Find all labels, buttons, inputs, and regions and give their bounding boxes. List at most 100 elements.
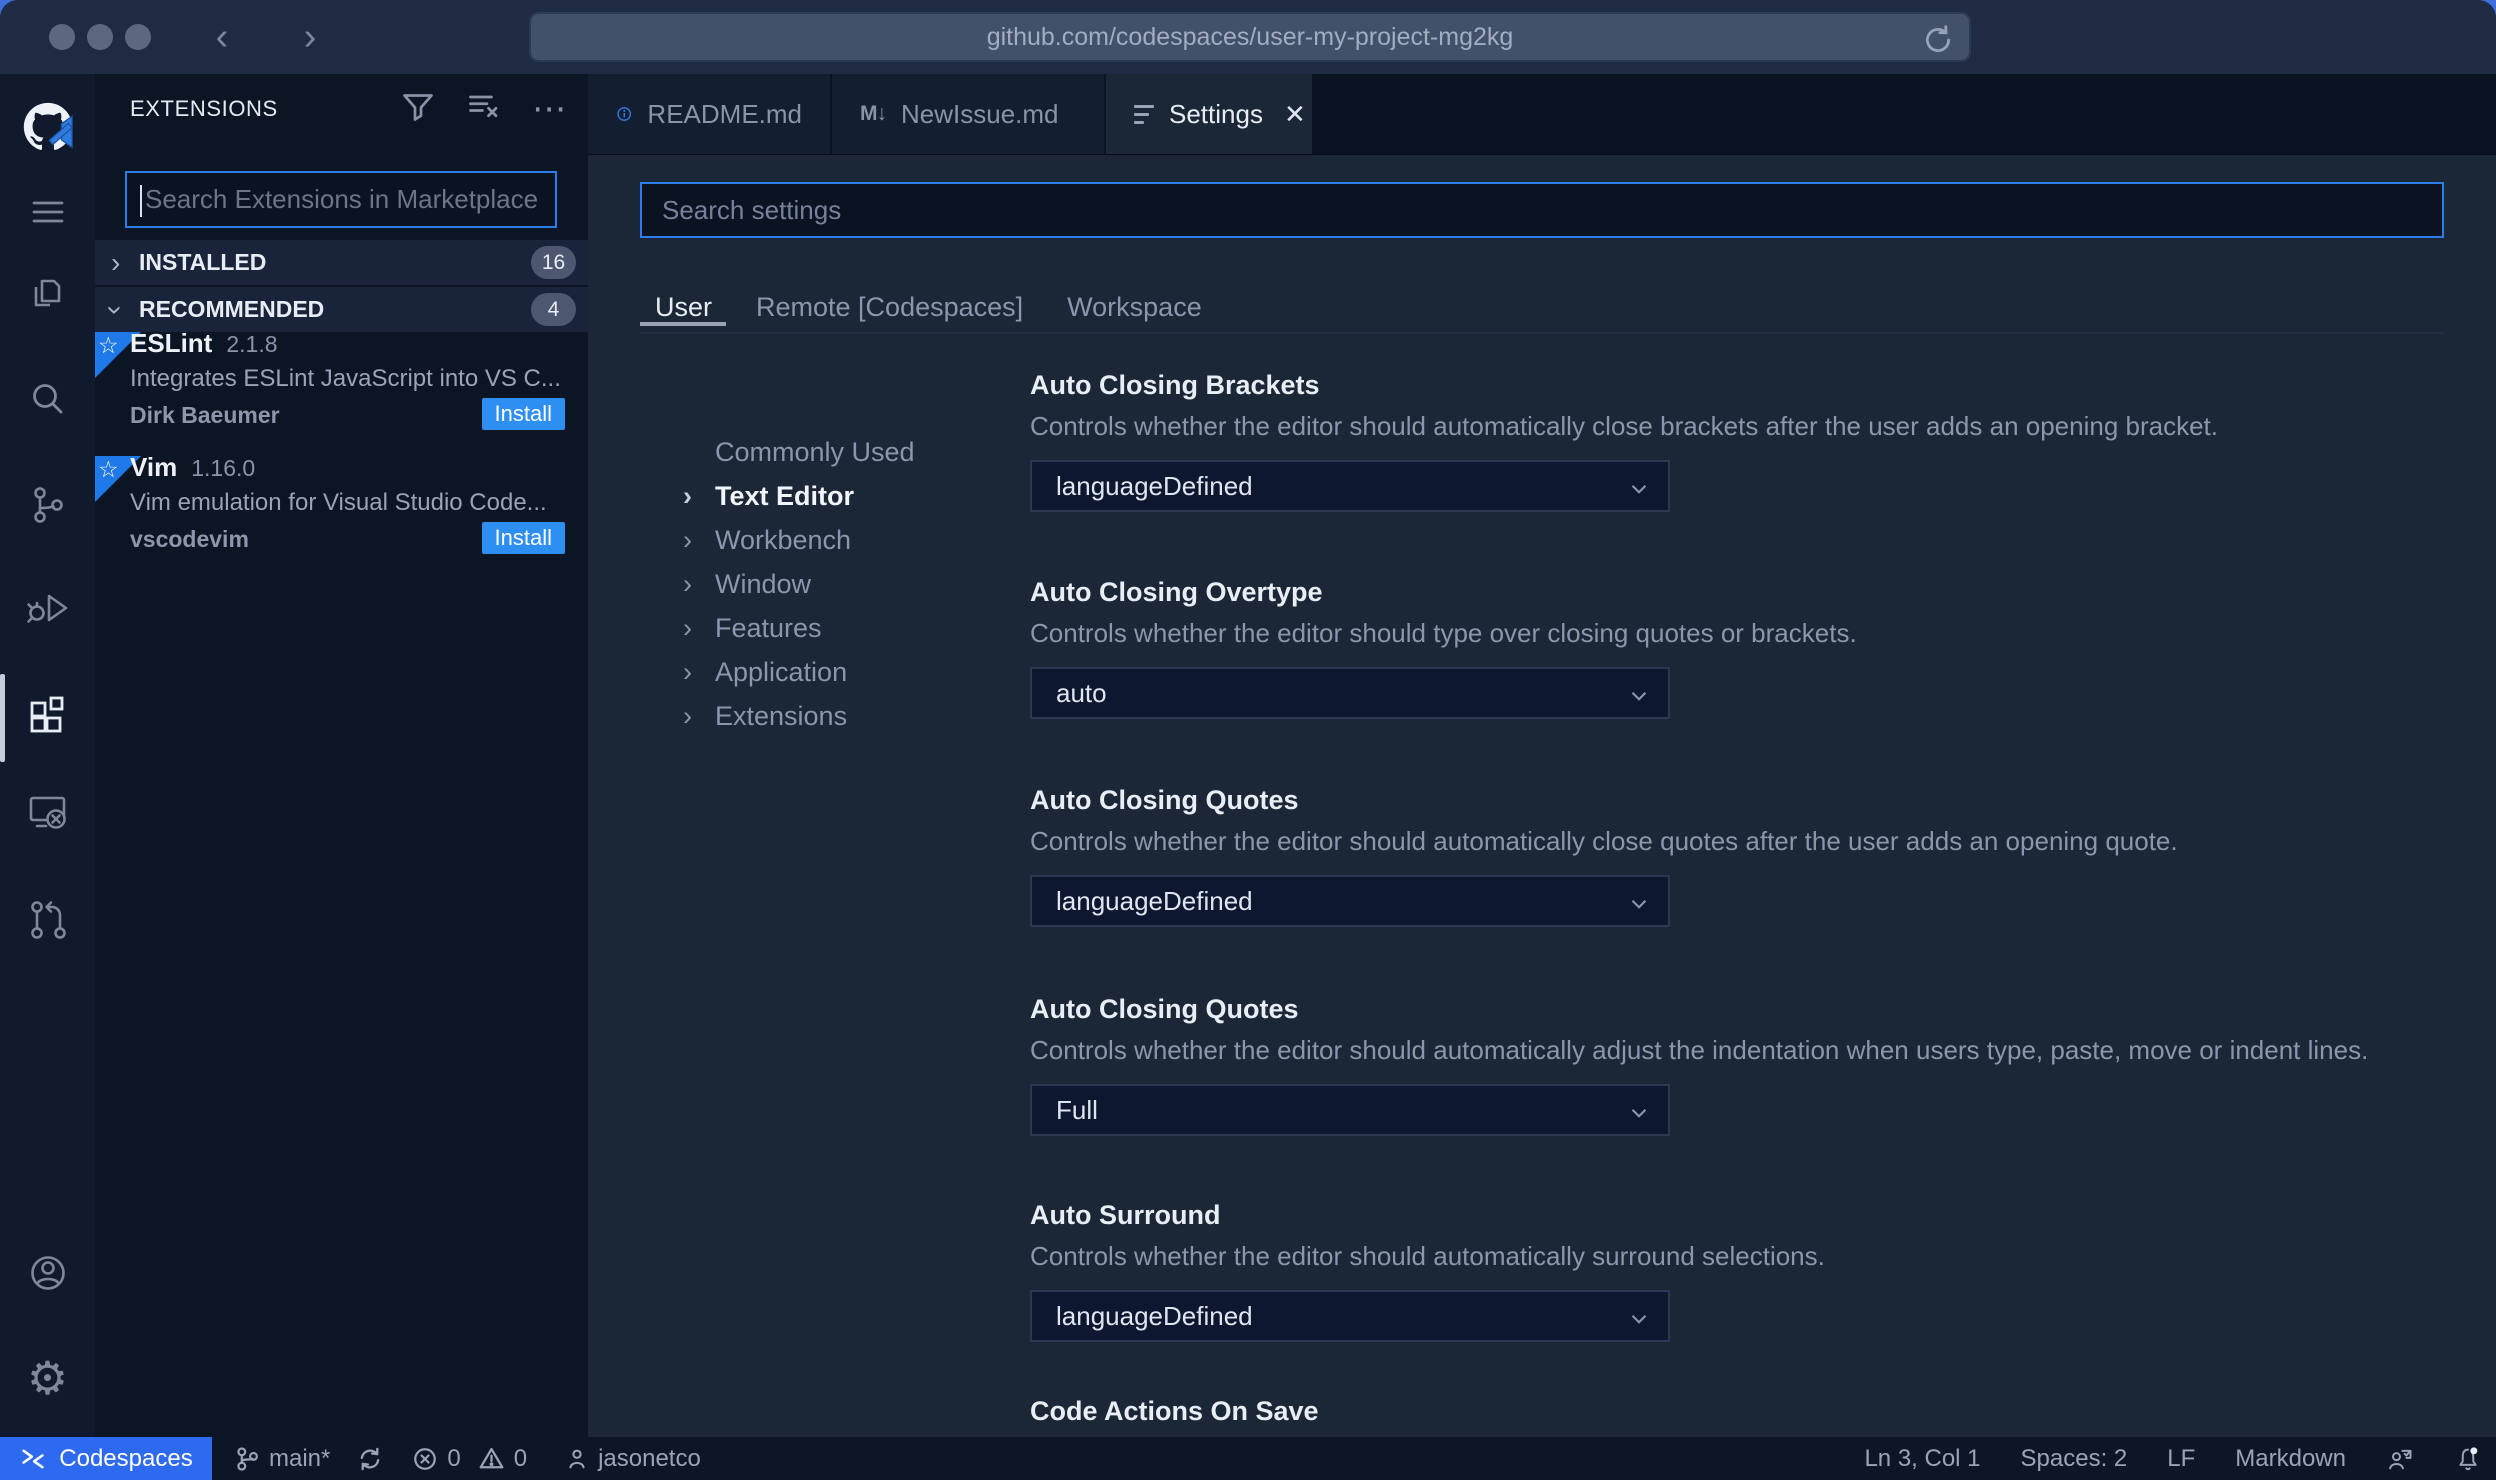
feedback-icon[interactable] [2386,1445,2414,1473]
setting-title: Auto Closing Overtype [1030,577,1323,607]
warning-icon [478,1445,505,1472]
remote-icon [19,1445,47,1473]
toc-label: Commonly Used [715,436,915,467]
toc-commonly-used[interactable]: Commonly Used [683,435,915,469]
setting-dropdown[interactable]: auto [1030,667,1670,719]
browser-window: ‹ › github.com/codespaces/user-my-projec… [0,0,2496,1480]
chevron-down-icon [1631,1108,1647,1118]
editor-tabs: README.md M↓ NewIssue.md Settings ✕ [588,74,2496,155]
setting-title: Auto Closing Quotes [1030,785,1299,815]
dropdown-value: Full [1056,1094,1098,1125]
dropdown-value: auto [1056,677,1107,708]
toc-application[interactable]: › Application [683,655,847,689]
clear-extensions-search-icon[interactable] [466,88,502,129]
toc-label: Text Editor [715,480,855,511]
dropdown-value: languageDefined [1056,1300,1253,1331]
cursor-position[interactable]: Ln 3, Col 1 [1864,1445,1980,1473]
url-text: github.com/codespaces/user-my-project-mg… [986,22,1514,51]
scope-workspace[interactable]: Workspace [1067,292,1202,323]
toc-window[interactable]: › Window [683,567,811,601]
browser-titlebar: ‹ › github.com/codespaces/user-my-projec… [0,0,2496,76]
status-bar: Codespaces main* 0 0 jasonetco Ln 3, Col… [0,1437,2496,1480]
chevron-right-icon: › [683,612,692,643]
toc-label: Extensions [715,700,848,731]
more-actions-icon[interactable]: ⋯ [532,89,566,129]
settings-gear-icon[interactable]: ⚙ [0,1345,95,1411]
setting-title: Auto Closing Quotes [1030,994,1299,1024]
extension-publisher: vscodevim [130,526,249,552]
logged-in-user[interactable]: jasonetco [565,1445,701,1473]
scope-user[interactable]: User [655,292,712,323]
markdown-icon: M↓ [860,102,887,125]
sidebar-title: EXTENSIONS [130,96,278,121]
extension-row-vim[interactable]: ☆ Vim 1.16.0 Vim emulation for Visual Stu… [95,452,588,580]
close-icon[interactable]: ✕ [1284,99,1306,130]
remote-explorer-icon[interactable] [0,779,95,845]
extensions-icon[interactable] [0,684,95,750]
back-icon[interactable]: ‹ [200,11,244,63]
setting-dropdown[interactable]: languageDefined [1030,875,1670,927]
reload-icon[interactable] [1921,23,1955,64]
username: jasonetco [598,1444,701,1472]
chevron-down-icon [1631,1314,1647,1324]
tab-label: Settings [1169,98,1263,129]
toc-features[interactable]: › Features [683,611,822,645]
setting-description: Controls whether the editor should type … [1030,618,1857,648]
sync-changes[interactable] [356,1445,384,1473]
extensions-search-input[interactable] [127,173,555,226]
branch-indicator[interactable]: main* [234,1445,330,1473]
search-icon[interactable] [0,367,95,433]
install-button[interactable]: Install [481,398,565,430]
notifications-bell-icon[interactable] [2454,1445,2482,1473]
section-installed[interactable]: › INSTALLED 16 [95,240,588,285]
indentation[interactable]: Spaces: 2 [2021,1445,2128,1473]
run-debug-icon[interactable] [0,575,95,641]
window-control-dot-2[interactable] [87,24,113,50]
setting-title: Auto Closing Brackets [1030,370,1320,400]
text-caret [140,185,142,217]
tab-newissue[interactable]: M↓ NewIssue.md [832,74,1106,154]
explorer-icon[interactable] [0,262,95,328]
chevron-down-icon [1631,691,1647,701]
toc-workbench[interactable]: › Workbench [683,523,851,557]
git-branch-icon [234,1446,260,1472]
chevron-right-icon: › [683,656,692,687]
extension-row-eslint[interactable]: ☆ ESLint 2.1.8 Integrates ESLint JavaScri… [95,328,588,456]
tab-readme[interactable]: README.md [588,74,832,154]
language-mode[interactable]: Markdown [2235,1445,2346,1473]
settings-editor-icon [1134,104,1154,124]
scope-remote[interactable]: Remote [Codespaces] [756,292,1023,323]
extensions-sidebar: EXTENSIONS ⋯ › INSTALLED 16 [95,74,588,1437]
section-recommended[interactable]: › RECOMMENDED 4 [95,287,588,332]
window-control-dot-1[interactable] [49,24,75,50]
menu-icon[interactable] [0,179,95,245]
window-control-dot-3[interactable] [125,24,151,50]
pull-requests-icon[interactable] [0,887,95,953]
chevron-down-icon: › [100,304,132,315]
setting-dropdown[interactable]: Full [1030,1084,1670,1136]
problems-indicator[interactable]: 0 0 [412,1445,527,1473]
setting-dropdown[interactable]: languageDefined [1030,1290,1670,1342]
source-control-icon[interactable] [0,472,95,538]
star-icon: ☆ [98,456,119,482]
scope-divider [640,332,2444,334]
editor-area: README.md M↓ NewIssue.md Settings ✕ User… [588,74,2496,1437]
extension-version: 2.1.8 [226,331,278,357]
filter-icon[interactable] [400,88,436,129]
person-icon [565,1447,589,1471]
toc-extensions[interactable]: › Extensions [683,699,847,733]
eol-sequence[interactable]: LF [2167,1445,2195,1473]
extension-version: 1.16.0 [191,455,256,481]
chevron-right-icon: › [683,700,692,731]
activity-bar: ⚙ [0,74,95,1437]
codespaces-remote-indicator[interactable]: Codespaces [0,1437,212,1480]
account-icon[interactable] [0,1240,95,1306]
address-bar[interactable]: github.com/codespaces/user-my-project-mg… [529,12,1971,62]
forward-icon[interactable]: › [288,11,332,63]
setting-dropdown[interactable]: languageDefined [1030,460,1670,512]
install-button[interactable]: Install [481,522,565,554]
github-codespaces-logo[interactable] [0,94,95,160]
tab-settings[interactable]: Settings ✕ [1106,74,1314,154]
toc-text-editor[interactable]: › Text Editor [683,479,854,513]
settings-search-input[interactable] [642,184,2442,236]
